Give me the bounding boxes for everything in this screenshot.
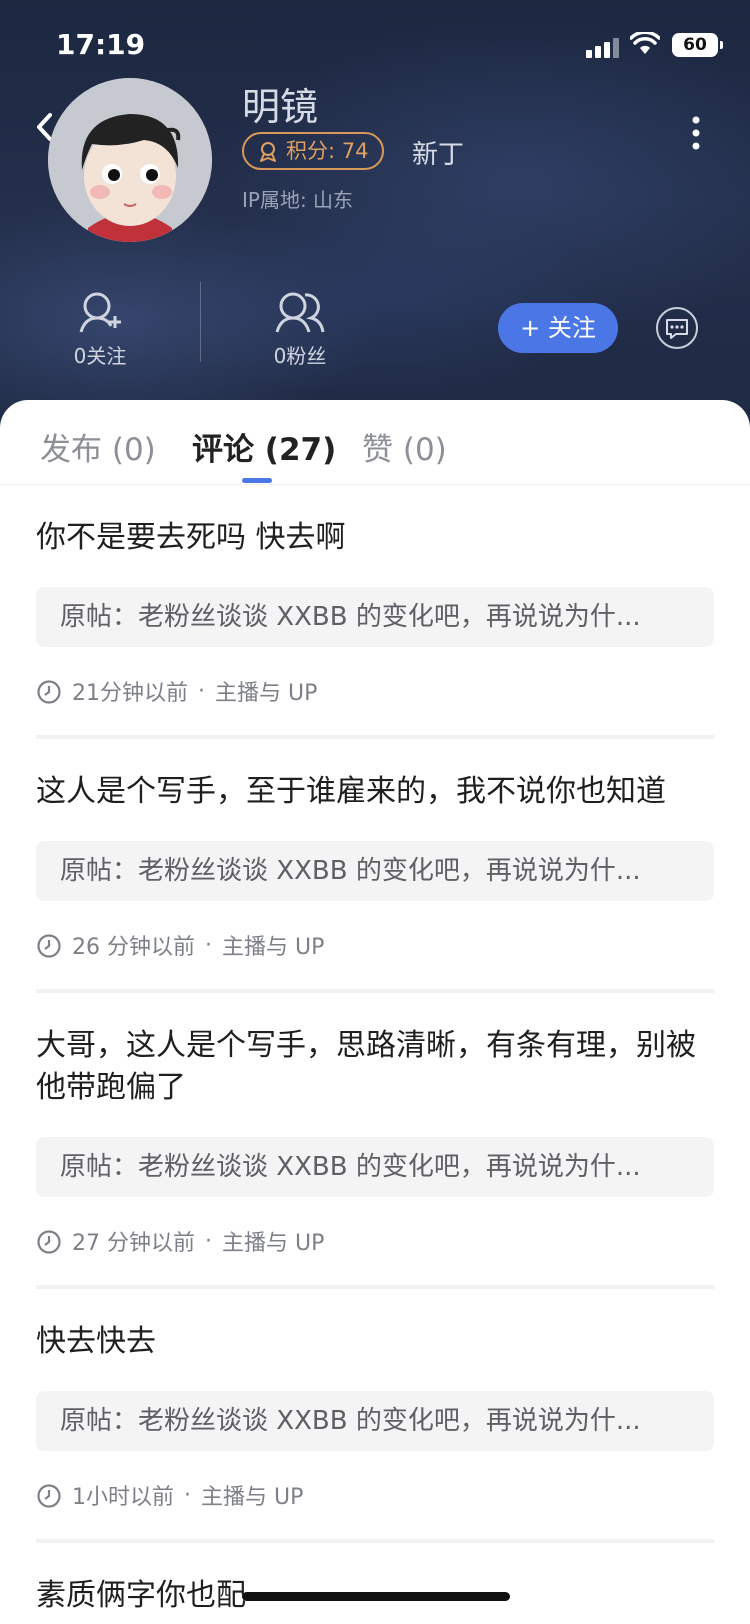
medal-icon <box>260 142 276 162</box>
tab-comments[interactable]: 评论 (27) <box>192 424 336 469</box>
comment-item[interactable]: 大哥，这人是个写手，思路清晰，有条有理，别被他带跑偏了 原帖：老粉丝谈谈 XXB… <box>36 993 714 1289</box>
clock-icon <box>37 934 61 958</box>
meta-separator: · <box>205 1228 212 1254</box>
ip-location: IP属地: 山东 <box>242 188 354 212</box>
comment-category: 主播与 UP <box>222 935 325 960</box>
meta-separator: · <box>198 678 205 704</box>
rank-label: 新丁 <box>412 140 465 170</box>
stat-divider <box>200 282 201 362</box>
comment-item[interactable]: 你不是要去死吗 快去啊 原帖：老粉丝谈谈 XXBB 的变化吧，再说说为什... … <box>36 485 714 739</box>
status-time: 17:19 <box>56 28 146 61</box>
original-post-link[interactable]: 原帖：老粉丝谈谈 XXBB 的变化吧，再说说为什... <box>36 1391 714 1451</box>
comment-meta: 27 分钟以前 · 主播与 UP <box>36 1225 714 1257</box>
original-post-link[interactable]: 原帖：老粉丝谈谈 XXBB 的变化吧，再说说为什... <box>36 1137 714 1197</box>
points-badge: 积分: 74 <box>242 132 385 170</box>
comment-text: 快去快去 <box>36 1324 156 1359</box>
comment-time: 21分钟以前 <box>72 681 188 706</box>
comment-text: 这人是个写手，至于谁雇来的，我不说你也知道 <box>36 774 666 809</box>
content-panel: 发布 (0) 评论 (27) 赞 (0) 你不是要去死吗 快去啊 原帖：老粉丝谈… <box>0 400 750 1624</box>
home-indicator <box>242 1592 510 1601</box>
follow-button[interactable]: + 关注 <box>498 303 618 353</box>
tab-likes[interactable]: 赞 (0) <box>362 424 447 469</box>
clock-icon <box>37 1484 61 1508</box>
comment-category: 主播与 UP <box>201 1485 304 1510</box>
tab-bar: 发布 (0) 评论 (27) 赞 (0) <box>0 400 750 485</box>
comment-item[interactable]: 素质俩字你也配 <box>36 1543 714 1624</box>
tab-indicator <box>242 478 272 483</box>
more-options-icon[interactable] <box>692 116 700 150</box>
comment-text: 大哥，这人是个写手，思路清晰，有条有理，别被他带跑偏了 <box>36 1028 696 1105</box>
comment-meta: 21分钟以前 · 主播与 UP <box>36 675 714 707</box>
original-post-link[interactable]: 原帖：老粉丝谈谈 XXBB 的变化吧，再说说为什... <box>36 841 714 901</box>
avatar[interactable] <box>48 78 212 242</box>
wifi-icon <box>630 32 660 54</box>
profile-header: 17:19 60 明镜 积分: 74 新丁 IP属地: 山东 0关注 0粉丝 +… <box>0 0 750 440</box>
comment-meta: 26 分钟以前 · 主播与 UP <box>36 929 714 961</box>
clock-icon <box>37 1230 61 1254</box>
points-label: 积分: 74 <box>286 139 369 163</box>
meta-separator: · <box>205 932 212 958</box>
comment-meta: 1小时以前 · 主播与 UP <box>36 1479 714 1511</box>
comment-item[interactable]: 这人是个写手，至于谁雇来的，我不说你也知道 原帖：老粉丝谈谈 XXBB 的变化吧… <box>36 739 714 993</box>
following-stat[interactable]: 0关注 <box>50 290 150 369</box>
user-add-icon <box>79 292 121 333</box>
following-count: 0关注 <box>73 344 127 368</box>
battery-icon: 60 <box>672 33 723 57</box>
status-bar: 17:19 60 <box>0 0 750 90</box>
comment-time: 26 分钟以前 <box>72 935 195 960</box>
original-post-link[interactable]: 原帖：老粉丝谈谈 XXBB 的变化吧，再说说为什... <box>36 587 714 647</box>
comment-item[interactable]: 快去快去 原帖：老粉丝谈谈 XXBB 的变化吧，再说说为什... 1小时以前 ·… <box>36 1289 714 1543</box>
users-icon <box>275 292 325 333</box>
cellular-signal-icon <box>586 36 622 58</box>
meta-separator: · <box>184 1482 191 1508</box>
chat-bubble-icon <box>666 319 688 339</box>
clock-icon <box>37 680 61 704</box>
tab-posts[interactable]: 发布 (0) <box>40 424 156 469</box>
followers-stat[interactable]: 0粉丝 <box>250 290 350 369</box>
comment-category: 主播与 UP <box>215 681 318 706</box>
followers-count: 0粉丝 <box>273 344 327 368</box>
cartoon-avatar-icon <box>48 78 212 242</box>
username: 明镜 <box>242 85 319 129</box>
comment-time: 1小时以前 <box>72 1485 174 1510</box>
comment-text: 你不是要去死吗 快去啊 <box>36 520 346 555</box>
message-button[interactable] <box>656 307 698 349</box>
comment-category: 主播与 UP <box>222 1231 325 1256</box>
comment-time: 27 分钟以前 <box>72 1231 195 1256</box>
